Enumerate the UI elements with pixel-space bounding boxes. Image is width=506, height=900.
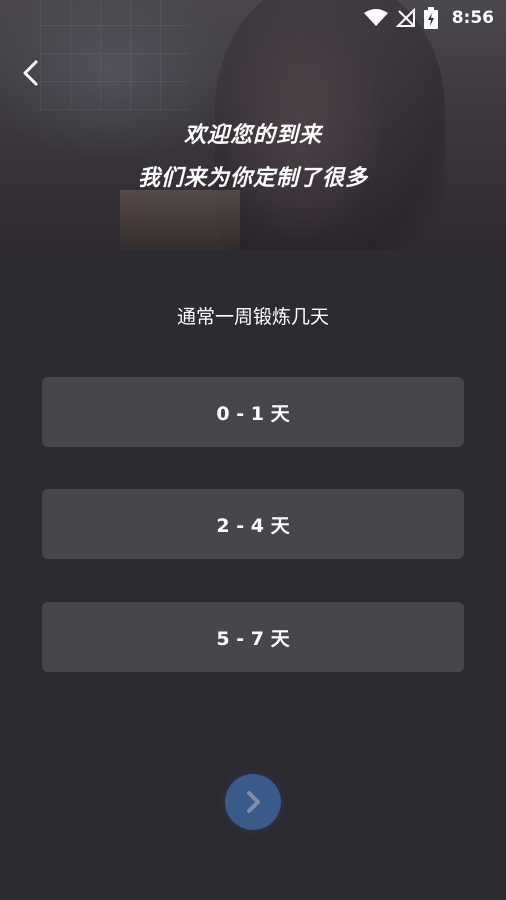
- chevron-left-icon: [14, 55, 50, 91]
- status-time: 8:56: [451, 8, 494, 28]
- option-label: 0 - 1 天: [216, 402, 290, 425]
- status-bar: 8:56: [0, 0, 506, 36]
- hero-title-line1: 欢迎您的到来: [183, 123, 322, 148]
- wifi-icon: [363, 9, 388, 27]
- option-0-1-days[interactable]: 0 - 1 天: [42, 377, 464, 447]
- option-5-7-days[interactable]: 5 - 7 天: [42, 602, 464, 672]
- option-label: 5 - 7 天: [216, 627, 290, 650]
- back-button[interactable]: [14, 55, 50, 91]
- hero-title-line2: 我们来为你定制了很多: [137, 166, 368, 191]
- battery-charging-icon: [423, 7, 438, 29]
- option-label: 2 - 4 天: [216, 514, 290, 537]
- next-button[interactable]: [225, 774, 281, 830]
- no-signal-icon: [395, 8, 416, 28]
- option-2-4-days[interactable]: 2 - 4 天: [42, 489, 464, 559]
- chevron-right-icon: [239, 788, 267, 816]
- question-label: 通常一周锻炼几天: [176, 306, 329, 328]
- hero-crate-shape: [120, 190, 240, 250]
